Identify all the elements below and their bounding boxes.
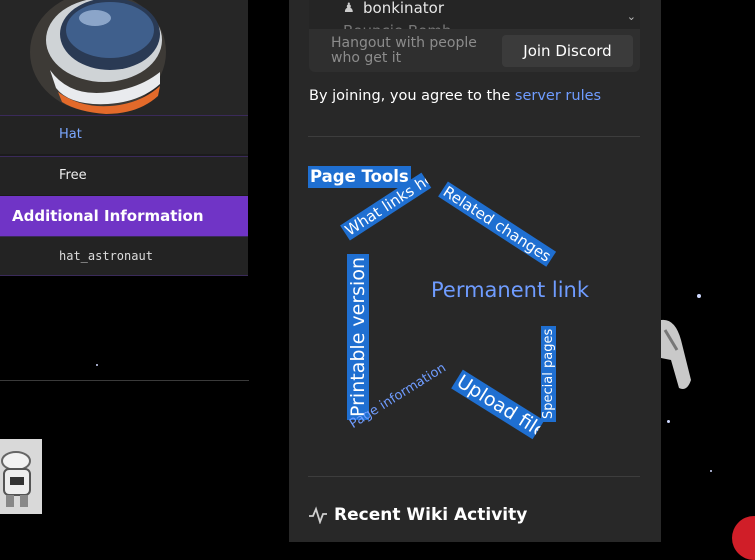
floating-astronaut-image — [661, 300, 691, 395]
star-decoration — [697, 294, 701, 298]
recent-wiki-activity-title: Recent Wiki Activity — [334, 505, 528, 525]
cost-value: Free — [59, 168, 87, 183]
chevron-down-icon[interactable]: ⌄ — [627, 10, 636, 23]
id-value: hat_astronaut — [59, 249, 153, 263]
divider — [0, 380, 249, 381]
agree-text: By joining, you agree to the — [309, 88, 515, 104]
upload-file-link[interactable]: Upload file — [451, 369, 545, 440]
right-rail: ♟ bonkinator Bouncie Bomb ⌄ Hangout with… — [289, 0, 661, 542]
activity-icon — [309, 506, 327, 524]
star-decoration — [710, 470, 712, 472]
member-name: Bouncie Bomb — [343, 22, 452, 29]
discord-tagline: Hangout with people who get it — [331, 35, 477, 66]
printable-version-link[interactable]: Printable version — [347, 253, 369, 420]
divider — [308, 136, 640, 137]
infobox-row-cost: Free — [0, 156, 248, 195]
server-rules-link[interactable]: server rules — [515, 88, 601, 104]
special-pages-link[interactable]: Special pages — [541, 325, 556, 422]
section-header-label: Additional Information — [12, 207, 204, 225]
divider — [308, 476, 640, 477]
infobox: Hat Free Additional Information hat_astr… — [0, 0, 248, 276]
discord-member-list[interactable]: ♟ bonkinator Bouncie Bomb ⌄ — [309, 0, 640, 29]
permanent-link[interactable]: Permanent link — [431, 278, 589, 302]
type-link[interactable]: Hat — [59, 127, 82, 142]
astronaut-thumbnail[interactable] — [0, 439, 42, 514]
member-avatar-icon: ♟ — [343, 1, 355, 16]
star-decoration — [96, 364, 98, 366]
recent-wiki-activity-header: Recent Wiki Activity — [308, 505, 527, 525]
additional-information-header: Additional Information — [0, 196, 248, 236]
astronaut-hat-image — [0, 0, 248, 115]
star-decoration — [667, 420, 670, 423]
page-tools-word-cloud: What links here Related changes Permanen… — [289, 0, 661, 542]
related-changes-link[interactable]: Related changes — [438, 181, 556, 267]
join-discord-button[interactable]: Join Discord — [502, 35, 633, 67]
member-name: bonkinator — [363, 0, 444, 17]
discord-widget: ♟ bonkinator Bouncie Bomb ⌄ Hangout with… — [309, 0, 640, 72]
server-rules-notice: By joining, you agree to the server rule… — [309, 88, 601, 104]
infobox-row-type: Hat — [0, 115, 248, 154]
floating-action-button[interactable] — [732, 516, 755, 560]
infobox-row-id: hat_astronaut — [0, 236, 248, 276]
page-tools-title: Page Tools — [308, 166, 411, 188]
